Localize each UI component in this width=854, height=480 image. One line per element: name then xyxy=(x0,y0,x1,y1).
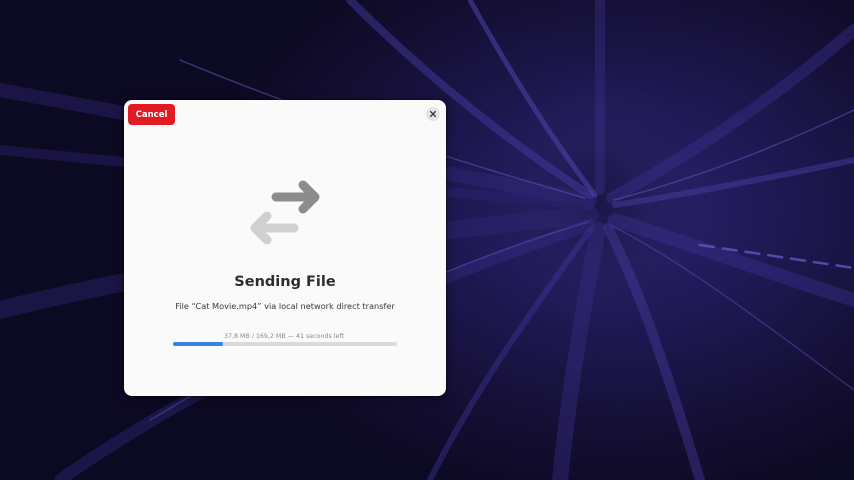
progress-fill xyxy=(173,342,223,346)
transfer-arrows-icon xyxy=(250,180,320,245)
dialog-subtitle: File “Cat Movie.mp4” via local network d… xyxy=(175,301,395,311)
progress-bar xyxy=(173,342,397,346)
cancel-button[interactable]: Cancel xyxy=(128,104,175,125)
progress-text: 37,8 MB / 169,2 MB — 41 seconds left xyxy=(224,333,344,340)
close-button[interactable] xyxy=(426,107,440,121)
dialog-title: Sending File xyxy=(234,274,336,290)
sending-file-dialog: Cancel Sending File File “Cat Movie.mp4”… xyxy=(124,100,446,396)
close-icon xyxy=(430,111,436,117)
